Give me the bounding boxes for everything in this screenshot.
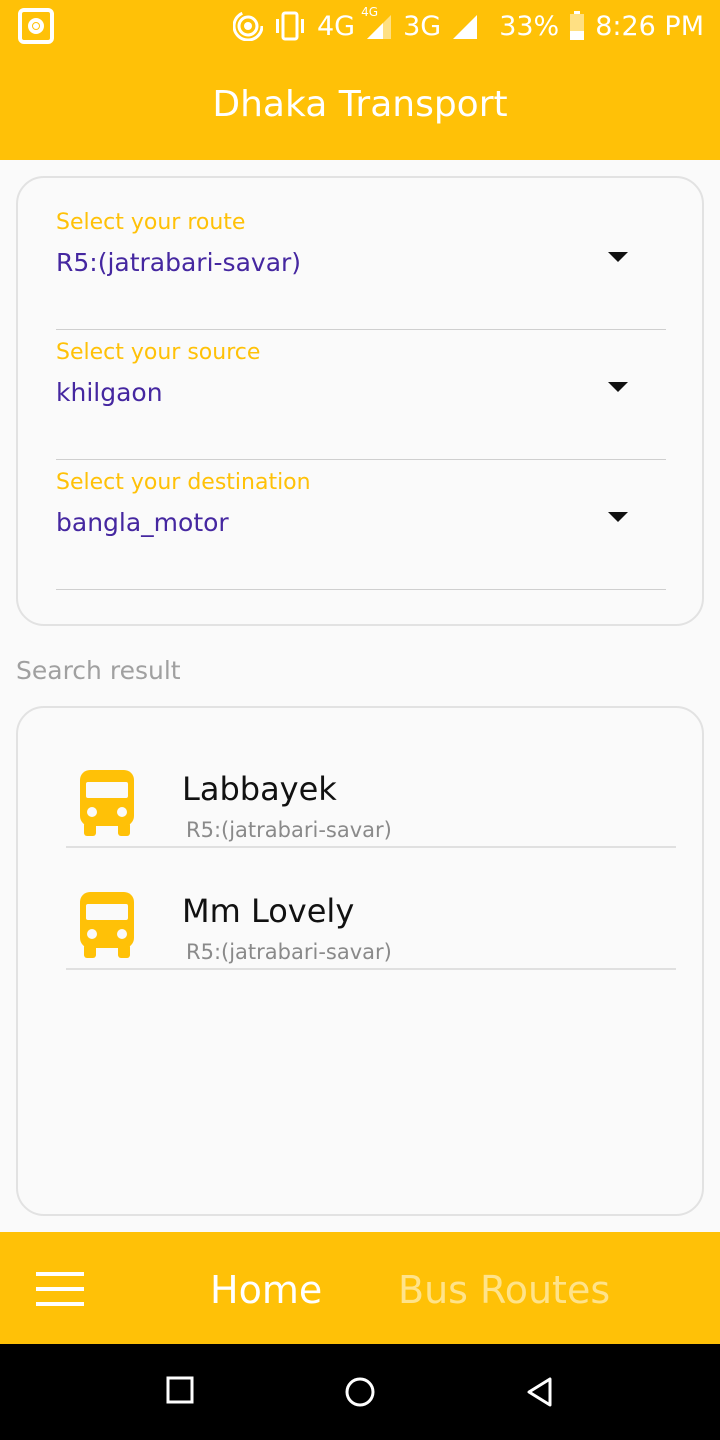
menu-icon[interactable] xyxy=(36,1272,84,1306)
signal-strength-3g-icon xyxy=(453,15,478,39)
bus-name: Labbayek xyxy=(182,770,337,808)
system-navigation-bar xyxy=(0,1344,720,1440)
bus-icon xyxy=(80,770,134,836)
bus-route: R5:(jatrabari-savar) xyxy=(186,818,392,842)
recent-apps-icon[interactable] xyxy=(166,1376,194,1404)
result-item[interactable]: Labbayek R5:(jatrabari-savar) xyxy=(66,726,676,848)
dropdown-arrow-icon[interactable] xyxy=(608,512,628,522)
dropdown-arrow-icon[interactable] xyxy=(608,252,628,262)
network-3g-label: 3G xyxy=(403,10,442,42)
bottom-nav: Home Bus Routes xyxy=(0,1232,720,1344)
clock: 8:26 PM xyxy=(595,10,704,42)
source-select-label: Select your source xyxy=(56,340,261,365)
route-select-label: Select your route xyxy=(56,210,246,235)
signal-4g-wrap: 4G xyxy=(361,5,393,41)
route-select-value: R5:(jatrabari-savar) xyxy=(56,248,302,277)
signal-strength-icon xyxy=(367,15,392,39)
battery-icon xyxy=(570,11,585,40)
search-results-card: Labbayek R5:(jatrabari-savar) Mm Lovely … xyxy=(16,706,704,1216)
route-select[interactable]: Select your route R5:(jatrabari-savar) xyxy=(56,210,666,330)
app-title: Dhaka Transport xyxy=(212,84,508,125)
destination-select-label: Select your destination xyxy=(56,470,311,495)
tab-home[interactable]: Home xyxy=(210,1268,322,1312)
bus-icon xyxy=(80,892,134,958)
search-result-title: Search result xyxy=(16,656,181,685)
status-bar: 4G 4G 3G 33% 8:26 PM xyxy=(0,0,720,52)
app-bar: Dhaka Transport xyxy=(0,52,720,160)
destination-select[interactable]: Select your destination bangla_motor xyxy=(56,470,666,590)
network-4g-label: 4G xyxy=(316,10,356,42)
hotspot-icon xyxy=(232,11,263,41)
search-form-card: Select your route R5:(jatrabari-savar) S… xyxy=(16,176,704,626)
app-notification-icon xyxy=(18,8,54,44)
tab-bus-routes[interactable]: Bus Routes xyxy=(398,1268,610,1312)
bus-route: R5:(jatrabari-savar) xyxy=(186,940,392,964)
dropdown-arrow-icon[interactable] xyxy=(608,382,628,392)
destination-select-value: bangla_motor xyxy=(56,508,229,537)
bus-name: Mm Lovely xyxy=(182,892,355,930)
vibrate-icon xyxy=(275,11,304,41)
source-select[interactable]: Select your source khilgaon xyxy=(56,340,666,460)
back-icon[interactable] xyxy=(526,1376,554,1408)
source-select-value: khilgaon xyxy=(56,378,163,407)
result-item[interactable]: Mm Lovely R5:(jatrabari-savar) xyxy=(66,848,676,970)
battery-percent: 33% xyxy=(499,10,560,42)
home-circle-icon[interactable] xyxy=(344,1376,376,1408)
status-indicators: 4G 4G 3G 33% 8:26 PM xyxy=(232,5,704,44)
